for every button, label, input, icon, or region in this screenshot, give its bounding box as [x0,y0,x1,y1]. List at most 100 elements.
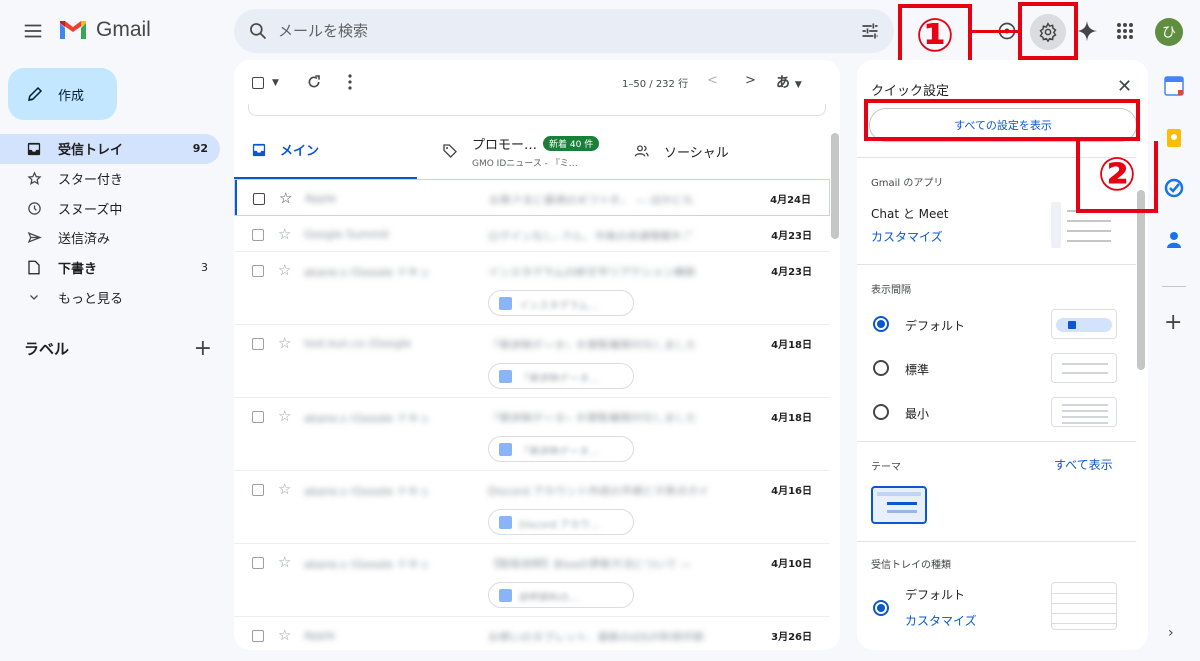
star-icon[interactable]: ☆ [279,189,292,207]
inbox-count: 92 [192,142,208,156]
tab-social[interactable]: ソーシャル [634,122,814,180]
annotation-connector [972,30,1020,33]
close-icon[interactable]: ✕ [1117,76,1132,97]
select-dropdown-icon[interactable]: ▼ [272,78,279,88]
input-tools-button[interactable]: あ ▼ [776,72,802,92]
row-checkbox[interactable] [252,338,264,350]
sidebar-item-sent[interactable]: 送信済み [0,223,220,253]
density-comfortable-thumbnail [1051,353,1117,383]
sidebar-item-more[interactable]: もっと見る [0,282,220,312]
density-option-label: 最小 [905,407,930,421]
email-subject: お客さまに最適のギフトを。 — ほかにも [489,194,694,204]
main-menu-icon[interactable] [22,20,44,42]
email-sender: test.kun.co (Google [304,337,412,349]
more-vert-icon[interactable] [347,74,353,90]
row-checkbox[interactable] [252,265,264,277]
search-icon[interactable] [248,21,268,41]
email-row[interactable]: ☆ akane.s (Google ドキュ 【取扱説明】Blogの更新方法につい… [234,544,830,617]
email-date: 3月26日 [771,632,812,643]
search-options-icon[interactable] [860,21,880,41]
refresh-icon[interactable] [306,74,322,90]
email-row[interactable]: ☆ Apple お客さまに最適のギフトを。 — ほかにも 4月24日 [234,179,830,216]
attachment-chip[interactable]: 「発送物データ… [488,363,634,389]
sidebar-item-starred[interactable]: スター付き [0,164,220,194]
apps-customize-link[interactable]: カスタマイズ [871,228,943,245]
attachment-chip[interactable]: 説明資料の… [488,582,634,608]
row-checkbox[interactable] [252,484,264,496]
attachment-name: インスタグラム… [519,301,599,309]
expand-panel-button[interactable]: › [1168,625,1174,641]
attachment-chip[interactable]: 「発送物データ… [488,436,634,462]
attachment-chip[interactable]: Discord アカウ… [488,509,634,535]
mail-list-scrollbar[interactable] [831,133,839,239]
theme-see-all-link[interactable]: すべて表示 [1054,456,1113,473]
row-checkbox[interactable] [252,229,264,241]
star-icon[interactable]: ☆ [278,626,291,644]
star-icon[interactable]: ☆ [278,261,291,279]
email-row[interactable]: ☆ Google Summit ログインなし: さん、今後の会議情報をご 4月2… [234,216,830,252]
sidebar-item-drafts[interactable]: 下書き 3 [0,253,220,283]
doc-icon [499,443,512,456]
account-avatar[interactable]: ひ [1155,18,1183,46]
density-comfortable-radio[interactable] [873,360,889,376]
density-compact-radio[interactable] [873,404,889,420]
density-option-label: 標準 [905,363,930,377]
density-option-label: デフォルト [905,319,966,333]
row-checkbox[interactable] [252,630,264,642]
select-all-checkbox[interactable] [252,77,264,89]
email-subject: Discord アカウント作成の手順と注意点ガイ [488,485,709,495]
star-icon[interactable]: ☆ [278,225,291,243]
inbox-customize-link[interactable]: カスタマイズ [905,612,977,629]
email-subject: 「発送物データ」を閲覧権限付与しました [488,412,697,422]
sidebar-nav: 受信トレイ 92 スター付き スヌーズ中 送信済み 下書き 3 もっと見る [0,134,220,312]
theme-thumbnail[interactable] [871,486,927,524]
attachment-chip[interactable]: インスタグラム… [488,290,634,316]
tab-promotions[interactable]: プロモー… 新着 40 件 GMO IDニュース - 『ミ… [442,122,622,180]
prev-page-icon[interactable]: < [707,73,718,88]
search-input[interactable] [278,15,838,47]
inbox-default-radio[interactable] [873,600,889,616]
calendar-icon[interactable] [1164,76,1184,96]
star-icon[interactable]: ☆ [278,553,291,571]
gemini-icon[interactable] [1076,20,1098,42]
density-default-radio[interactable] [873,316,889,332]
star-icon[interactable]: ☆ [278,407,291,425]
email-row[interactable]: ☆ Apple お使いのタブレット、最新のiOSが利用可能 3月26日 [234,617,830,650]
sidebar-item-inbox[interactable]: 受信トレイ 92 [0,134,220,164]
email-sender: Apple [304,629,336,641]
quick-settings-title: クイック設定 [871,84,950,99]
add-addon-button[interactable]: + [1164,310,1182,335]
email-row[interactable]: ☆ test.kun.co (Google 「発送物データ」を閲覧権限付与しまし… [234,325,830,398]
keep-icon[interactable] [1164,128,1184,148]
row-checkbox[interactable] [253,193,265,205]
divider [857,441,1136,442]
email-row[interactable]: ☆ akane.s (Google ドキュ Discord アカウント作成の手順… [234,471,830,544]
compose-label: 作成 [58,88,85,104]
email-row[interactable]: ☆ akane.s (Google ドキュ インスタグラムの絵文字リアクション機… [234,252,830,325]
star-icon[interactable]: ☆ [278,334,291,352]
gmail-logo[interactable]: Gmail [58,18,151,42]
inbox-type-section-header: 受信トレイの種類 [871,560,951,571]
email-date: 4月18日 [771,340,812,351]
tab-promotions-preview: GMO IDニュース - 『ミ… [472,158,578,169]
sidebar-item-snoozed[interactable]: スヌーズ中 [0,193,220,223]
tab-main-label: メイン [280,144,320,159]
category-tabs: メイン プロモー… 新着 40 件 GMO IDニュース - 『ミ… ソーシャル [234,122,830,180]
tab-main[interactable]: メイン [234,122,417,180]
search-bar[interactable] [234,9,894,53]
quick-settings-scrollbar[interactable] [1137,190,1145,370]
row-checkbox[interactable] [252,411,264,423]
apps-grid-icon[interactable] [1116,22,1134,40]
email-sender: akane.s (Google ドキュ [304,558,430,568]
next-page-icon[interactable]: > [745,73,756,88]
contacts-icon[interactable] [1164,230,1184,250]
email-row[interactable]: ☆ akane.s (Google ドキュ 「発送物データ」を閲覧権限付与しまし… [234,398,830,471]
add-label-button[interactable]: + [194,336,212,361]
email-sender: Google Summit [304,228,390,240]
row-checkbox[interactable] [252,557,264,569]
annotation-box-settings [1018,2,1078,60]
tasks-icon[interactable] [1164,178,1184,198]
star-icon[interactable]: ☆ [278,480,291,498]
compose-button[interactable]: 作成 [8,68,117,120]
labels-title: ラベル [24,340,70,358]
